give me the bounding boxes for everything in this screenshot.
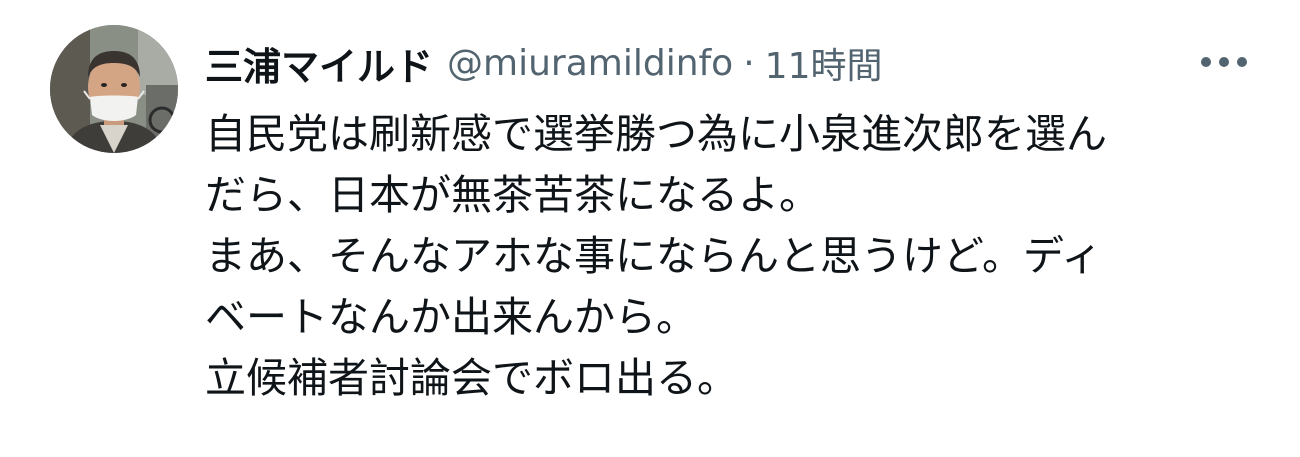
avatar-image xyxy=(50,25,178,153)
more-button[interactable] xyxy=(1196,44,1256,80)
tweet-text-line: だら、日本が無茶苦茶になるよ。 xyxy=(205,171,820,219)
tweet: 三浦マイルド @miuramildinfo · 11時間 自民党は刷新感で選挙勝… xyxy=(0,0,1300,457)
tweet-text-line: まあ、そんなアホな事にならんと思うけど。ディ xyxy=(205,232,1103,280)
tweet-text-line: 立候補者討論会でボロ出る。 xyxy=(205,354,738,402)
separator-dot: · xyxy=(743,42,755,84)
user-handle[interactable]: @miuramildinfo xyxy=(447,43,733,84)
more-horizontal-icon xyxy=(1201,57,1247,67)
tweet-text: 自民党は刷新感で選挙勝つ為に小泉進次郎を選ん だら、日本が無茶苦茶になるよ。 ま… xyxy=(205,104,1275,409)
avatar[interactable] xyxy=(50,25,178,153)
tweet-header: 三浦マイルド @miuramildinfo · 11時間 xyxy=(205,36,882,90)
tweet-text-line: ベートなんか出来んから。 xyxy=(205,293,697,341)
tweet-text-line: 自民党は刷新感で選挙勝つ為に小泉進次郎を選ん xyxy=(205,110,1107,158)
tweet-timestamp[interactable]: 11時間 xyxy=(765,37,883,89)
display-name[interactable]: 三浦マイルド xyxy=(205,36,433,91)
